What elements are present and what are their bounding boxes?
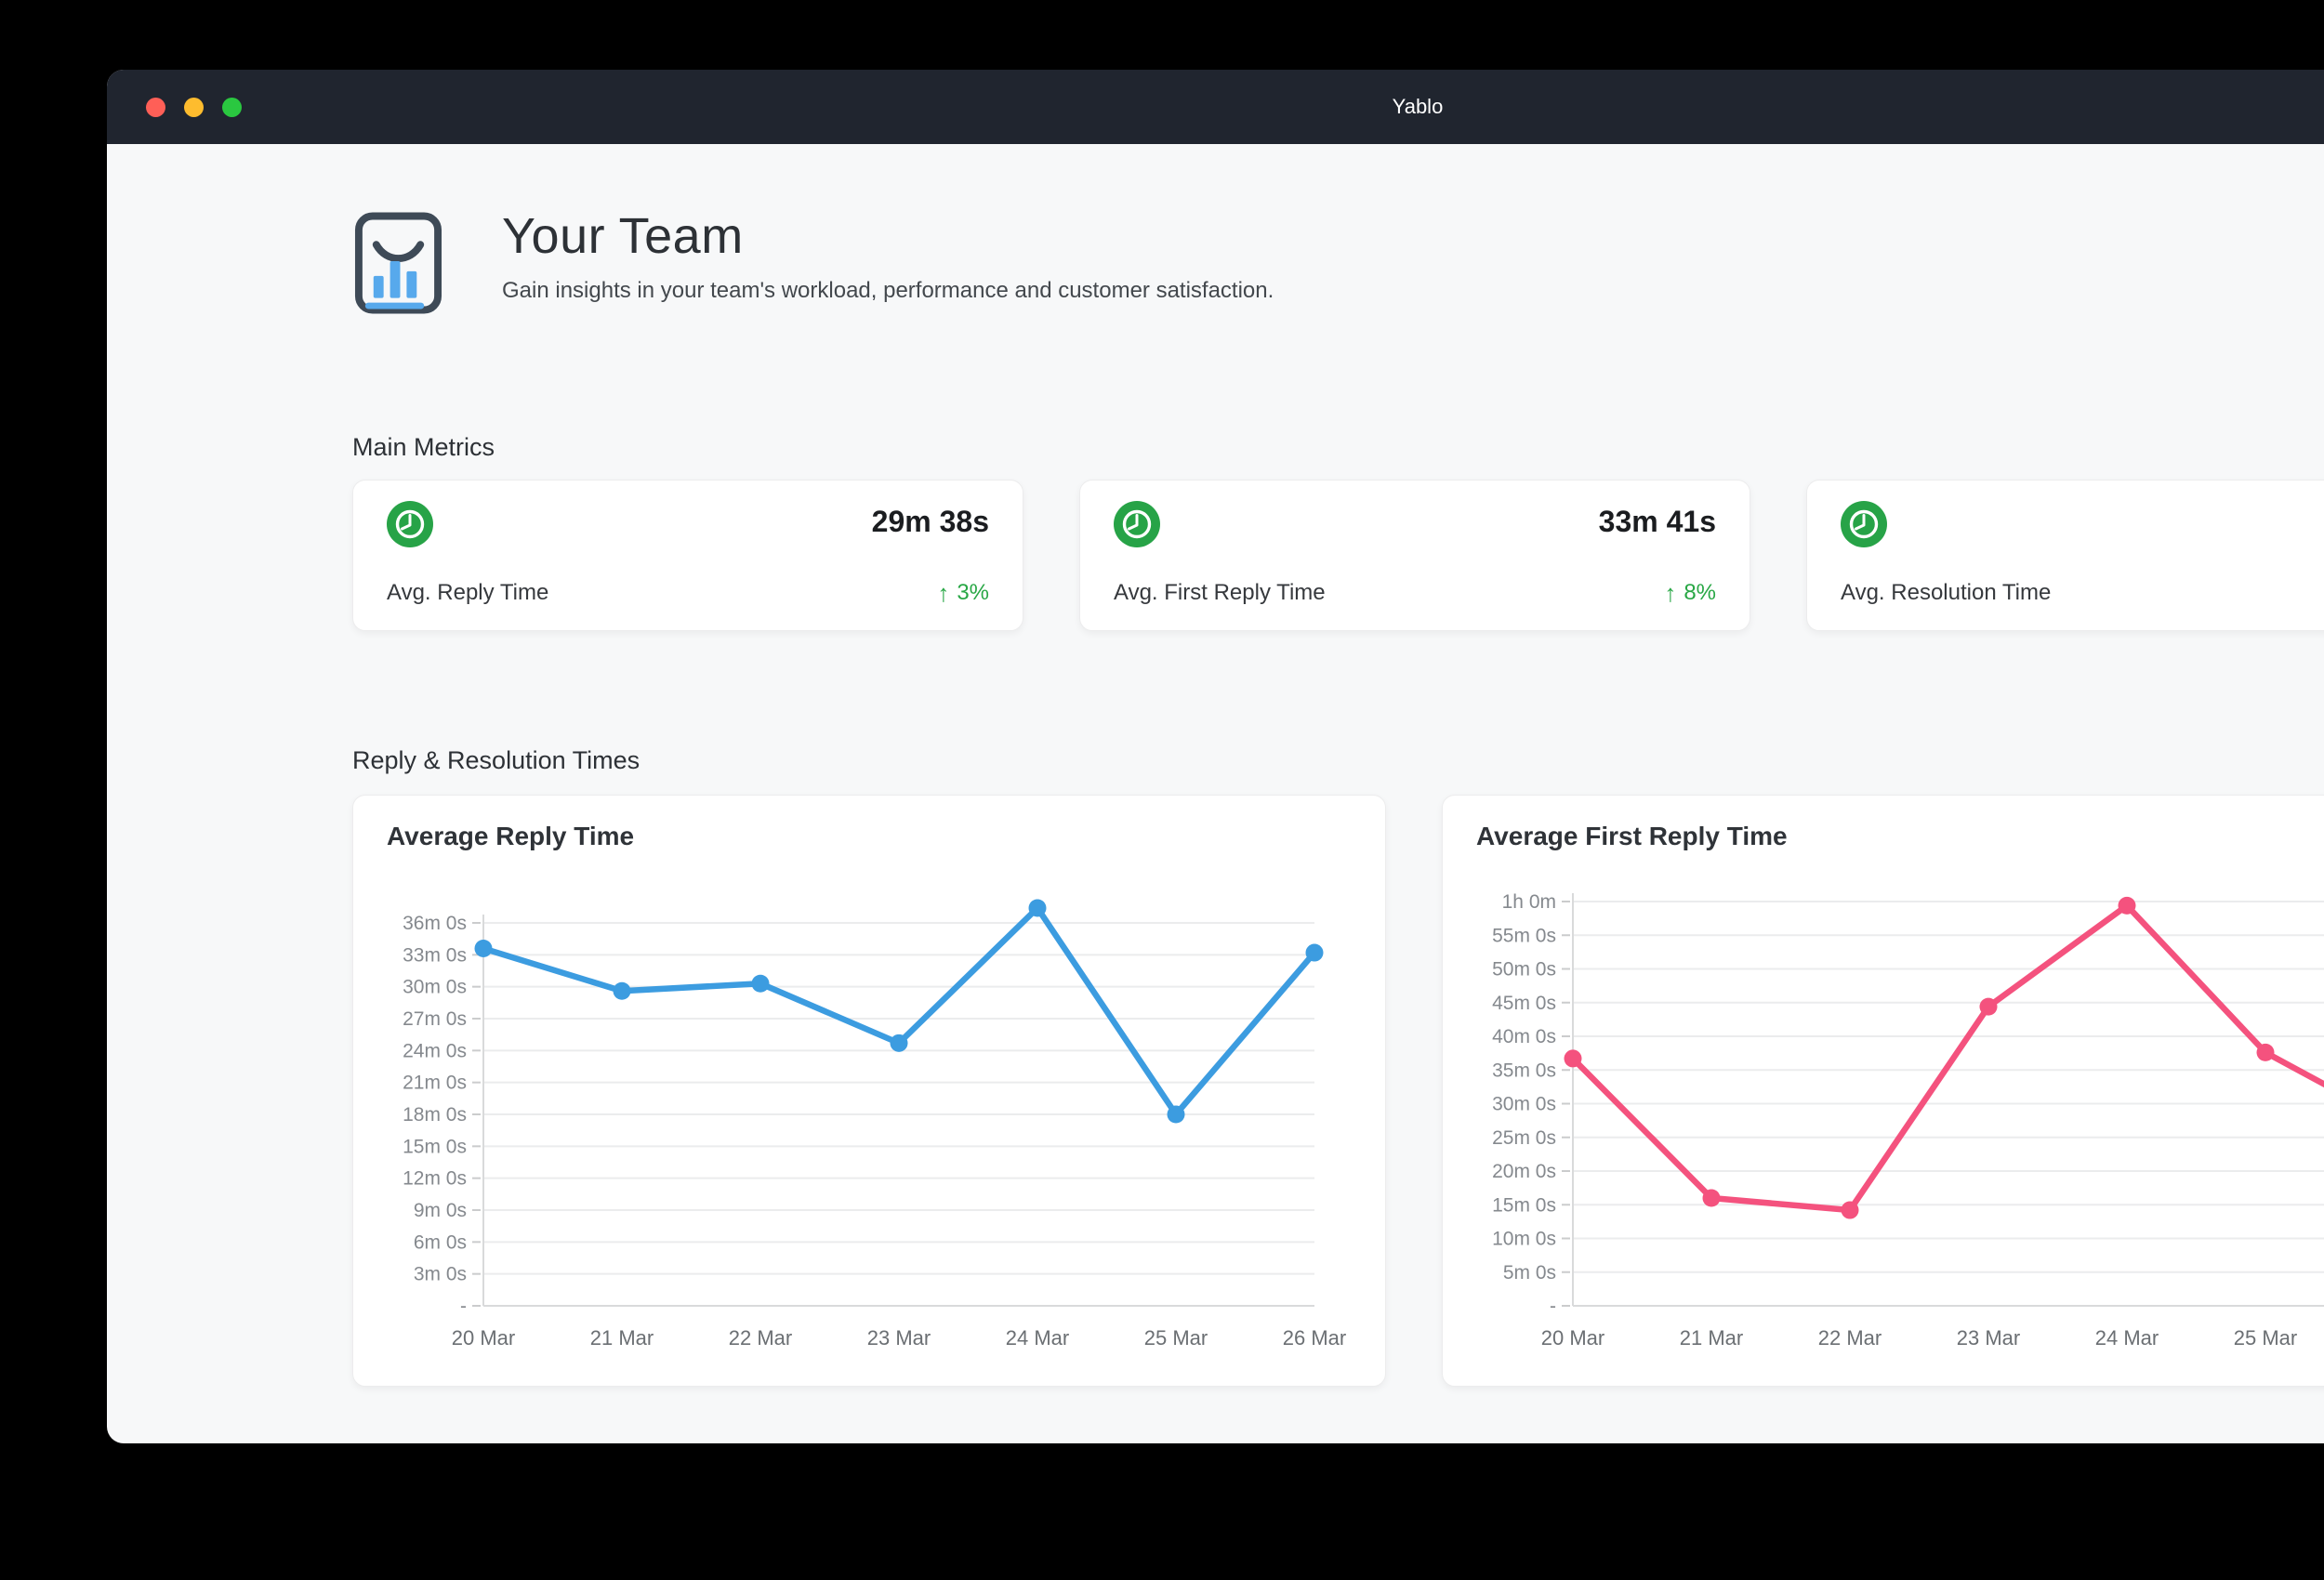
data-point (614, 982, 631, 1000)
metric-label: Avg. Reply Time (387, 580, 548, 606)
y-tick-label: 21m 0s (403, 1073, 467, 1094)
data-point (1168, 1106, 1185, 1124)
y-tick-label: 30m 0s (1492, 1094, 1556, 1115)
metric-card-avg-first-reply-time: 33m 41s Avg. First Reply Time ↑ 8% (1079, 480, 1750, 631)
metric-label: Avg. Resolution Time (1841, 580, 2051, 606)
x-tick-label: 21 Mar (590, 1326, 654, 1347)
data-point (1565, 1049, 1582, 1067)
y-tick-label: 15m 0s (403, 1136, 467, 1157)
y-tick-label: 30m 0s (403, 977, 467, 998)
x-tick-label: 23 Mar (867, 1326, 931, 1347)
y-tick-label: 10m 0s (1492, 1229, 1556, 1250)
app-window: Yablo Your Team Gain insights in your te… (107, 70, 2324, 1443)
y-tick-label: 3m 0s (414, 1264, 467, 1285)
x-tick-label: 22 Mar (1818, 1326, 1882, 1347)
page-header: Your Team Gain insights in your team's w… (352, 207, 2324, 319)
y-tick-label: 9m 0s (414, 1200, 467, 1221)
main-content: Your Team Gain insights in your team's w… (107, 144, 2324, 1387)
metric-delta-value: 8% (1684, 580, 1716, 606)
data-point (1306, 944, 1324, 962)
data-point (1842, 1202, 1859, 1219)
metrics-row: 29m 38s Avg. Reply Time ↑ 3% 33m 41s Avg… (352, 480, 2324, 631)
y-tick-label: 40m 0s (1492, 1026, 1556, 1047)
y-tick-label: 33m 0s (403, 944, 467, 966)
data-point (752, 975, 770, 993)
metric-value: 33m 41s (1599, 505, 1716, 539)
y-tick-label: 12m 0s (403, 1168, 467, 1190)
metric-delta-value: 3% (957, 580, 989, 606)
x-tick-label: 20 Mar (1541, 1326, 1604, 1347)
chart-line (483, 908, 1314, 1114)
metric-card-avg-resolution-time: Avg. Resolution Time ↑ (1806, 480, 2324, 631)
y-tick-label: 15m 0s (1492, 1194, 1556, 1216)
charts-row: Average Reply Time 36m 0s 33m 0s 30m 0s 27m… (352, 795, 2324, 1387)
team-insights-icon (352, 207, 444, 319)
header-text: Your Team Gain insights in your team's w… (502, 207, 1274, 304)
metric-delta: ↑ 8% (1664, 580, 1716, 606)
y-tick-label: 27m 0s (403, 1008, 467, 1030)
y-tick-label: 20m 0s (1492, 1161, 1556, 1182)
metrics-heading: Main Metrics (352, 432, 2324, 463)
titlebar: Yablo (107, 70, 2324, 144)
x-tick-label: 22 Mar (729, 1326, 792, 1347)
y-tick-label: 25m 0s (1492, 1127, 1556, 1149)
y-tick-label: 24m 0s (403, 1040, 467, 1061)
data-point (1029, 899, 1047, 916)
x-tick-label: 24 Mar (2095, 1326, 2159, 1347)
y-tick-label: 45m 0s (1492, 993, 1556, 1014)
data-point (475, 940, 493, 957)
average-first-reply-time-chart: 1h 0m 55m 0s 50m 0s 45m 0s 40m 0s 35m 0s 30m 0… (1476, 863, 2324, 1347)
up-arrow-icon: ↑ (937, 582, 949, 604)
clock-icon (1114, 501, 1160, 547)
clock-icon (1841, 501, 1887, 547)
y-tick-label: 55m 0s (1492, 925, 1556, 946)
data-point (2257, 1044, 2275, 1061)
chart-title: Average First Reply Time (1476, 820, 2324, 853)
page-title: Your Team (502, 207, 1274, 265)
charts-heading: Reply & Resolution Times (352, 745, 2324, 776)
data-point (2119, 897, 2136, 915)
window-title: Yablo (107, 95, 2324, 119)
clock-icon (387, 501, 433, 547)
page-subtitle: Gain insights in your team's workload, p… (502, 278, 1274, 304)
chart-title: Average Reply Time (387, 820, 1352, 853)
data-point (891, 1034, 908, 1052)
x-tick-label: 24 Mar (1006, 1326, 1069, 1347)
y-tick-label: 50m 0s (1492, 959, 1556, 981)
metric-value: 29m 38s (872, 505, 989, 539)
x-tick-label: 23 Mar (1957, 1326, 2020, 1347)
x-tick-label: 25 Mar (1144, 1326, 1208, 1347)
x-tick-label: 20 Mar (452, 1326, 515, 1347)
data-point (1980, 998, 1998, 1016)
x-tick-label: 26 Mar (1283, 1326, 1346, 1347)
y-tick-label: - (1550, 1296, 1556, 1317)
average-reply-time-chart: 36m 0s 33m 0s 30m 0s 27m 0s 24m 0s 21m 0s 18m … (387, 863, 1353, 1347)
y-tick-label: 5m 0s (1503, 1262, 1556, 1284)
data-point (1703, 1190, 1721, 1207)
x-tick-label: 21 Mar (1680, 1326, 1743, 1347)
y-tick-label: 36m 0s (403, 913, 467, 934)
metric-delta: ↑ 3% (937, 580, 989, 606)
metric-label: Avg. First Reply Time (1114, 580, 1326, 606)
chart-card-average-first-reply-time: Average First Reply Time 1h 0m 55m 0s 50m … (1442, 795, 2324, 1387)
y-tick-label: 1h 0m (1502, 891, 1556, 913)
metric-card-avg-reply-time: 29m 38s Avg. Reply Time ↑ 3% (352, 480, 1023, 631)
chart-line (1573, 905, 2324, 1210)
up-arrow-icon: ↑ (1664, 582, 1676, 604)
x-tick-label: 25 Mar (2234, 1326, 2297, 1347)
y-tick-label: 6m 0s (414, 1231, 467, 1253)
y-tick-label: 18m 0s (403, 1104, 467, 1126)
y-tick-label: 35m 0s (1492, 1060, 1556, 1081)
y-tick-label: - (460, 1296, 467, 1317)
chart-card-average-reply-time: Average Reply Time 36m 0s 33m 0s 30m 0s 27m… (352, 795, 1386, 1387)
